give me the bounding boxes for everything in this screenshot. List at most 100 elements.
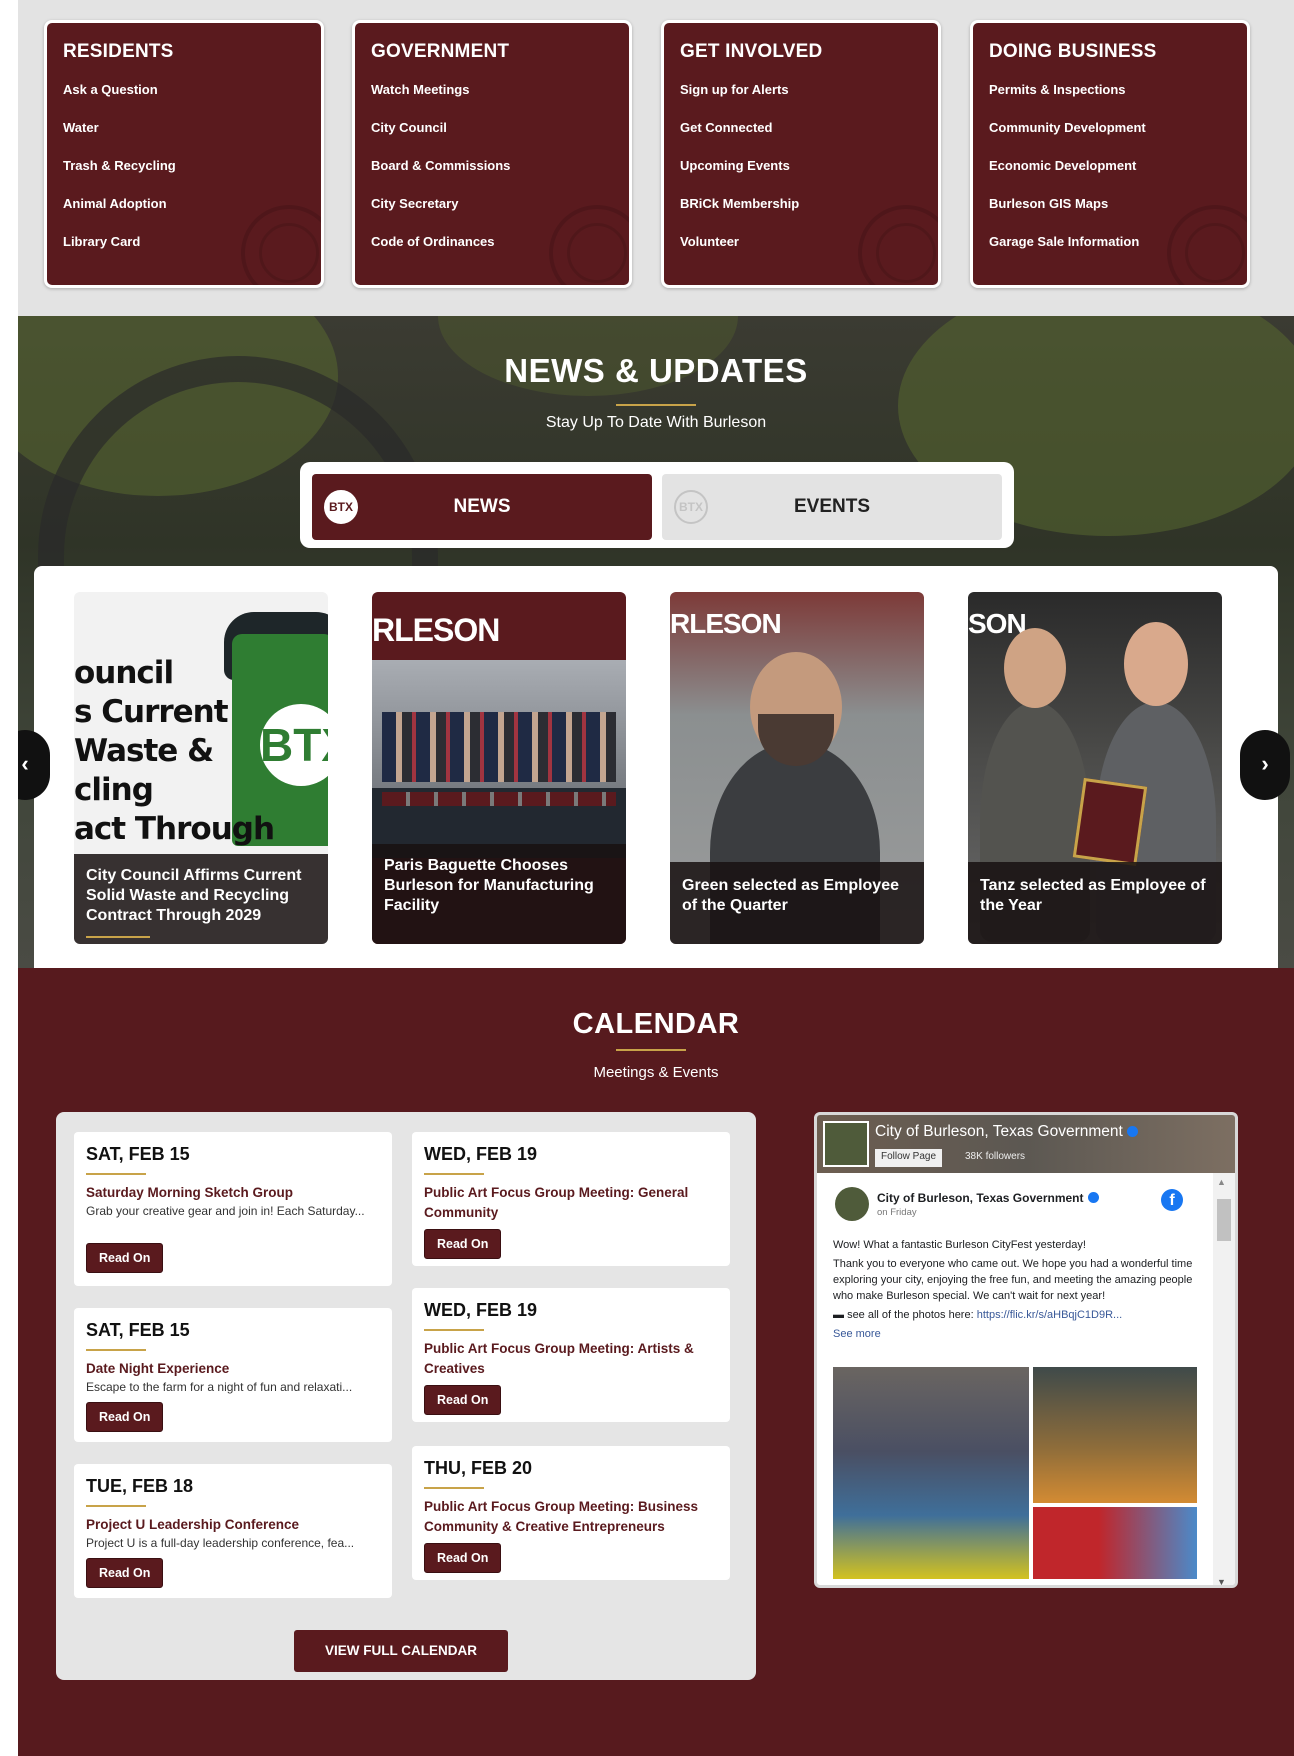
news-card-title: Green selected as Employee of the Quarte…: [682, 877, 899, 914]
news-subtitle: Stay Up To Date With Burleson: [545, 414, 767, 431]
carousel-prev-button[interactable]: ‹: [18, 730, 50, 800]
news-card-title: Tanz selected as Employee of the Year: [980, 877, 1206, 914]
post-author[interactable]: City of Burleson, Texas Government: [877, 1191, 1099, 1205]
camera-icon: ▬: [833, 1309, 848, 1321]
news-card[interactable]: RLESON Paris Baguette Chooses Burleson f…: [372, 592, 626, 944]
quick-links-title: GET INVOLVED: [680, 41, 823, 62]
quick-links-section: RESIDENTS Ask a Question Water Trash & R…: [18, 0, 1294, 316]
event-title[interactable]: Date Night Experience: [86, 1359, 380, 1379]
chevron-left-icon: ‹: [21, 751, 29, 776]
quick-link[interactable]: Permits & Inspections: [989, 81, 1247, 119]
event-card: SAT, FEB 15 Date Night Experience Escape…: [74, 1308, 392, 1442]
news-card-title: Paris Baguette Chooses Burleson for Manu…: [384, 857, 594, 914]
post-photo[interactable]: [1033, 1367, 1197, 1503]
event-card: WED, FEB 19 Public Art Focus Group Meeti…: [412, 1132, 730, 1266]
post-photo[interactable]: [1033, 1507, 1197, 1579]
read-on-button[interactable]: Read On: [86, 1402, 164, 1432]
read-on-button[interactable]: Read On: [86, 1558, 164, 1588]
quick-link[interactable]: Board & Commissions: [371, 157, 629, 195]
carousel-next-button[interactable]: ›: [1240, 730, 1290, 800]
quick-link[interactable]: Ask a Question: [63, 81, 321, 119]
event-date: SAT, FEB 15: [86, 1144, 190, 1164]
tab-label: NEWS: [453, 496, 511, 517]
event-date: WED, FEB 19: [424, 1300, 538, 1320]
title-divider: [616, 404, 696, 406]
card-art-text: RLESON: [372, 612, 500, 648]
event-title[interactable]: Project U Leadership Conference: [86, 1515, 380, 1535]
see-more-link[interactable]: See more: [833, 1326, 1193, 1342]
tab-label: EVENTS: [793, 496, 871, 517]
event-card: SAT, FEB 15 Saturday Morning Sketch Grou…: [74, 1132, 392, 1286]
event-title[interactable]: Public Art Focus Group Meeting: Business…: [424, 1497, 718, 1537]
page: RESIDENTS Ask a Question Water Trash & R…: [18, 0, 1294, 1756]
event-title[interactable]: Saturday Morning Sketch Group: [86, 1183, 380, 1203]
post-timestamp[interactable]: on Friday: [877, 1207, 917, 1218]
event-divider: [86, 1173, 146, 1175]
follow-page-button[interactable]: Follow Page: [875, 1149, 943, 1167]
post-photo[interactable]: [833, 1367, 1029, 1579]
post-author-avatar[interactable]: [835, 1187, 869, 1221]
news-card-title: City Council Affirms Current Solid Waste…: [86, 867, 302, 924]
event-card: WED, FEB 19 Public Art Focus Group Meeti…: [412, 1288, 730, 1422]
scroll-down-arrow-icon[interactable]: ▼: [1217, 1577, 1226, 1585]
quick-link[interactable]: Community Development: [989, 119, 1247, 157]
quick-link[interactable]: City Council: [371, 119, 629, 157]
post-text: Wow! What a fantastic Burleson CityFest …: [833, 1239, 1193, 1342]
calendar-section: CALENDAR Meetings & Events SAT, FEB 15 S…: [18, 968, 1294, 1756]
read-on-button[interactable]: Read On: [424, 1543, 502, 1573]
quick-link[interactable]: Trash & Recycling: [63, 157, 321, 195]
scrollbar-thumb[interactable]: [1217, 1199, 1231, 1241]
scroll-up-arrow-icon[interactable]: ▲: [1217, 1177, 1226, 1187]
facebook-page-avatar[interactable]: [823, 1121, 869, 1167]
chevron-right-icon: ›: [1261, 751, 1269, 776]
event-divider: [424, 1487, 484, 1489]
event-title[interactable]: Public Art Focus Group Meeting: Artists …: [424, 1339, 718, 1379]
event-divider: [86, 1505, 146, 1507]
quick-links-title: GOVERNMENT: [371, 41, 510, 62]
calendar-events-panel: SAT, FEB 15 Saturday Morning Sketch Grou…: [56, 1112, 756, 1680]
quick-link[interactable]: Water: [63, 119, 321, 157]
news-card[interactable]: SON Tanz selected as Employee of the Yea…: [968, 592, 1222, 944]
employee-photo: [1124, 622, 1188, 706]
tab-news[interactable]: BTX NEWS: [312, 474, 652, 540]
event-divider: [86, 1349, 146, 1351]
news-card-caption: Tanz selected as Employee of the Year: [968, 862, 1222, 944]
view-full-calendar-button[interactable]: VIEW FULL CALENDAR: [294, 1630, 508, 1672]
quick-link[interactable]: Get Connected: [680, 119, 938, 157]
facebook-follower-count: 38K followers: [965, 1151, 1026, 1162]
quick-links-card-residents: RESIDENTS Ask a Question Water Trash & R…: [44, 20, 324, 288]
event-date: WED, FEB 19: [424, 1144, 538, 1164]
card-art-text: ouncil s Current Waste & cling act Throu…: [74, 655, 275, 847]
facebook-page-name[interactable]: City of Burleson, Texas Government: [875, 1123, 1138, 1141]
card-art-text: RLESON: [670, 608, 782, 639]
quick-links-title: RESIDENTS: [63, 41, 174, 62]
quick-links-title: DOING BUSINESS: [989, 41, 1157, 62]
photos-link[interactable]: https://flic.kr/s/aHBqjC1D9R...: [977, 1309, 1123, 1321]
caption-divider: [86, 936, 150, 938]
event-divider: [424, 1329, 484, 1331]
quick-link[interactable]: Economic Development: [989, 157, 1247, 195]
event-card: TUE, FEB 18 Project U Leadership Confere…: [74, 1464, 392, 1598]
news-events-toggle: BTX NEWS BTX EVENTS: [300, 462, 1014, 548]
quick-link[interactable]: Upcoming Events: [680, 157, 938, 195]
event-title[interactable]: Public Art Focus Group Meeting: General …: [424, 1183, 718, 1223]
news-card-caption: Paris Baguette Chooses Burleson for Manu…: [372, 844, 626, 944]
award-plaque: [1072, 777, 1148, 867]
tab-events[interactable]: BTX EVENTS: [662, 474, 1002, 540]
quick-link[interactable]: Watch Meetings: [371, 81, 629, 119]
news-card[interactable]: BTX ouncil s Current Waste & cling act T…: [74, 592, 328, 944]
title-divider: [616, 1049, 686, 1051]
event-date: THU, FEB 20: [424, 1458, 533, 1478]
event-description: Escape to the farm for a night of fun an…: [86, 1380, 353, 1394]
news-card-caption: Green selected as Employee of the Quarte…: [670, 862, 924, 944]
read-on-button[interactable]: Read On: [424, 1229, 502, 1259]
read-on-button[interactable]: Read On: [424, 1385, 502, 1415]
news-card[interactable]: RLESON Green selected as Employee of the…: [670, 592, 924, 944]
event-date: TUE, FEB 18: [86, 1476, 194, 1496]
quick-link[interactable]: Sign up for Alerts: [680, 81, 938, 119]
event-description: Grab your creative gear and join in! Eac…: [86, 1204, 365, 1218]
facebook-logo-icon[interactable]: f: [1161, 1189, 1183, 1211]
calendar-title: CALENDAR: [572, 1008, 740, 1040]
event-date: SAT, FEB 15: [86, 1320, 190, 1340]
read-on-button[interactable]: Read On: [86, 1243, 164, 1273]
